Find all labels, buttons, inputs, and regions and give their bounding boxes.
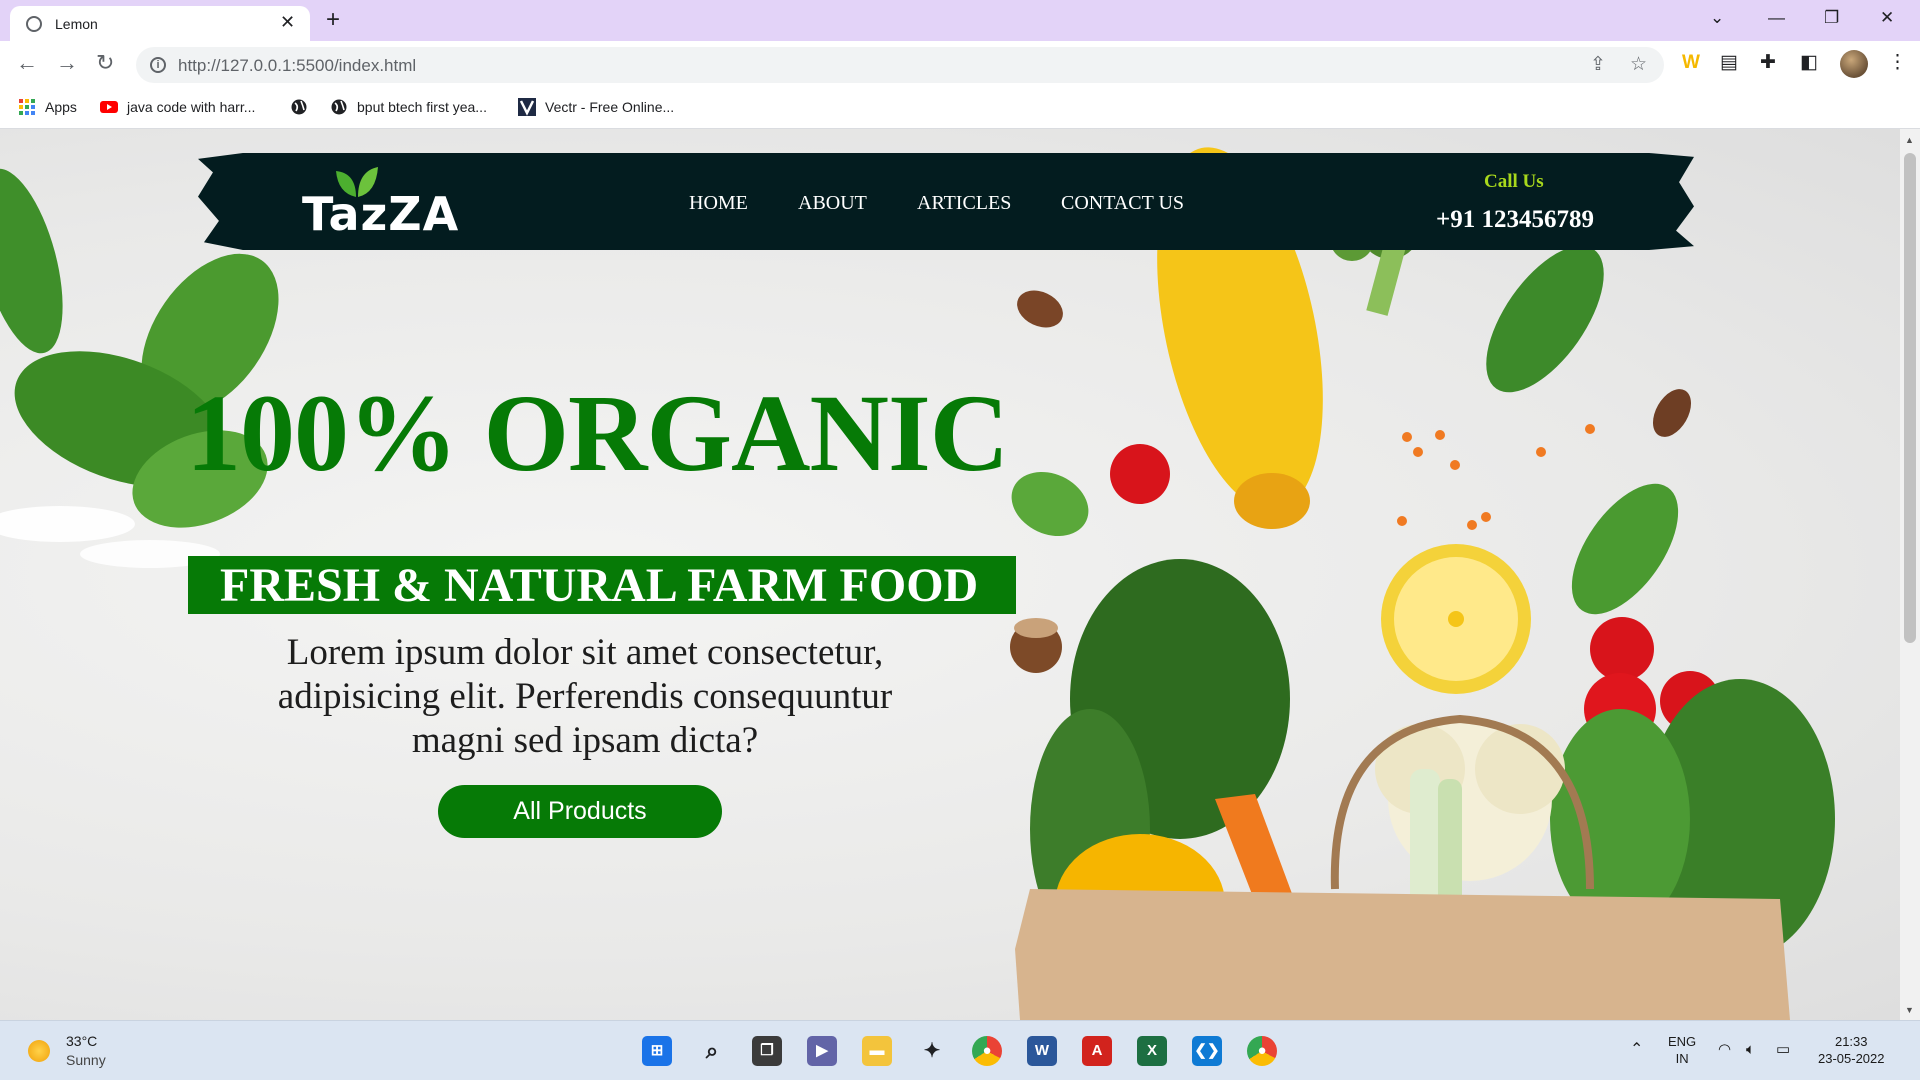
bookmarks-bar: Apps java code with harr... bput btech f… [0,89,1920,129]
vscode-icon[interactable]: ❮❯ [1192,1036,1222,1066]
extension-w-icon[interactable]: W [1682,52,1700,74]
word-icon[interactable]: W [1027,1036,1057,1066]
share-icon[interactable]: ⇪ [1590,54,1606,76]
bookmark-bput[interactable]: bput btech first yea... [330,98,487,116]
clock-time: 21:33 [1834,1034,1868,1049]
hero-description: Lorem ipsum dolor sit amet consectetur, … [277,632,893,761]
chrome-profile-icon[interactable]: ● [1247,1036,1277,1066]
minimize-icon[interactable]: — [1768,8,1785,28]
call-us-label: Call Us [1484,171,1544,192]
info-icon[interactable]: i [150,57,166,73]
youtube-icon [100,101,118,113]
page-viewport: TazZA HOME ABOUT ARTICLES CONTACT US Cal… [0,129,1900,1020]
bookmark-youtube[interactable]: java code with harr... [100,98,255,116]
bookmark-label: bput btech first yea... [357,99,487,115]
globe-icon [331,99,347,115]
bookmark-label: java code with harr... [127,99,256,115]
dropbox-icon[interactable]: ✦ [917,1036,947,1066]
browser-toolbar: ← → ↻ i http://127.0.0.1:5500/index.html… [0,41,1920,89]
clock-date: 23-05-2022 [1818,1051,1885,1066]
scroll-thumb[interactable] [1904,153,1916,643]
wifi-icon[interactable]: ◠ [1718,1041,1731,1058]
weather-temperature[interactable]: 33°C [66,1033,97,1049]
bookmark-label: Vectr - Free Online... [545,99,675,115]
close-tab-icon[interactable]: ✕ [280,13,295,31]
phone-number[interactable]: +91 123456789 [1436,206,1594,234]
address-bar[interactable]: i http://127.0.0.1:5500/index.html ⇪ ☆ [136,47,1664,83]
menu-kebab-icon[interactable]: ⋮ [1888,52,1907,74]
hero-subtitle: FRESH & NATURAL FARM FOOD [220,559,979,612]
file-explorer-icon[interactable]: ▬ [862,1036,892,1066]
site-logo[interactable]: TazZA [302,187,459,241]
teams-chat-icon[interactable]: ▶ [807,1036,837,1066]
page-scrollbar[interactable]: ▲ ▼ [1900,129,1920,1020]
side-panel-icon[interactable]: ◧ [1800,52,1818,74]
bookmark-vectr[interactable]: Vectr - Free Online... [518,98,674,116]
chrome-icon[interactable]: ● [972,1036,1002,1066]
nav-contact[interactable]: CONTACT US [1061,192,1184,215]
task-view-icon[interactable]: ❐ [752,1036,782,1066]
acrobat-icon[interactable]: A [1082,1036,1112,1066]
globe-icon [26,16,42,32]
apps-grid-icon [19,99,35,115]
back-icon[interactable]: ← [16,51,38,75]
keyboard-icon[interactable]: ▤ [1720,52,1738,74]
start-windows-icon[interactable]: ⊞ [642,1036,672,1066]
vectr-icon [518,98,536,116]
sun-icon[interactable] [28,1040,50,1062]
weather-condition[interactable]: Sunny [66,1052,106,1068]
scroll-down-icon[interactable]: ▼ [1905,1005,1914,1015]
extensions-puzzle-icon[interactable]: ✚ [1760,52,1776,74]
windows-taskbar: 33°C Sunny ⊞ ⌕ ❐ ▶ ▬ ✦ ● W A X ❮❯ ● ⌃ EN… [0,1020,1920,1080]
tab-search-icon[interactable]: ⌄ [1710,8,1724,28]
reload-icon[interactable]: ↻ [96,51,114,75]
nav-articles[interactable]: ARTICLES [917,192,1011,215]
bookmark-globe[interactable] [290,98,308,116]
search-icon[interactable]: ⌕ [697,1036,727,1066]
chevron-up-icon[interactable]: ⌃ [1630,1041,1643,1058]
browser-tab[interactable]: Lemon ✕ [10,6,310,41]
clock[interactable]: 21:33 23-05-2022 [1818,1033,1885,1067]
region-code: IN [1675,1051,1689,1066]
browser-tab-strip: Lemon ✕ + ⌄ — ❐ ✕ [0,0,1920,41]
battery-icon[interactable]: ▭ [1776,1041,1790,1058]
scroll-up-icon[interactable]: ▲ [1905,135,1914,145]
language-indicator[interactable]: ENG IN [1668,1033,1696,1067]
close-window-icon[interactable]: ✕ [1880,8,1894,28]
tab-title: Lemon [55,16,98,32]
volume-icon[interactable]: 🔈︎ [1746,1041,1755,1058]
bookmark-label: Apps [45,99,77,115]
profile-avatar[interactable] [1840,50,1868,78]
lang-code: ENG [1668,1034,1697,1049]
nav-about[interactable]: ABOUT [798,192,867,215]
bookmark-star-icon[interactable]: ☆ [1630,54,1647,76]
all-products-button[interactable]: All Products [438,785,722,838]
excel-icon[interactable]: X [1137,1036,1167,1066]
bookmark-apps[interactable]: Apps [18,98,77,116]
nav-home[interactable]: HOME [689,192,748,215]
globe-icon [291,99,307,115]
new-tab-icon[interactable]: + [326,8,340,32]
restore-icon[interactable]: ❐ [1824,8,1839,28]
forward-icon[interactable]: → [56,51,78,75]
url-text[interactable]: http://127.0.0.1:5500/index.html [178,56,416,76]
hero-title: 100% ORGANIC [186,372,1009,494]
